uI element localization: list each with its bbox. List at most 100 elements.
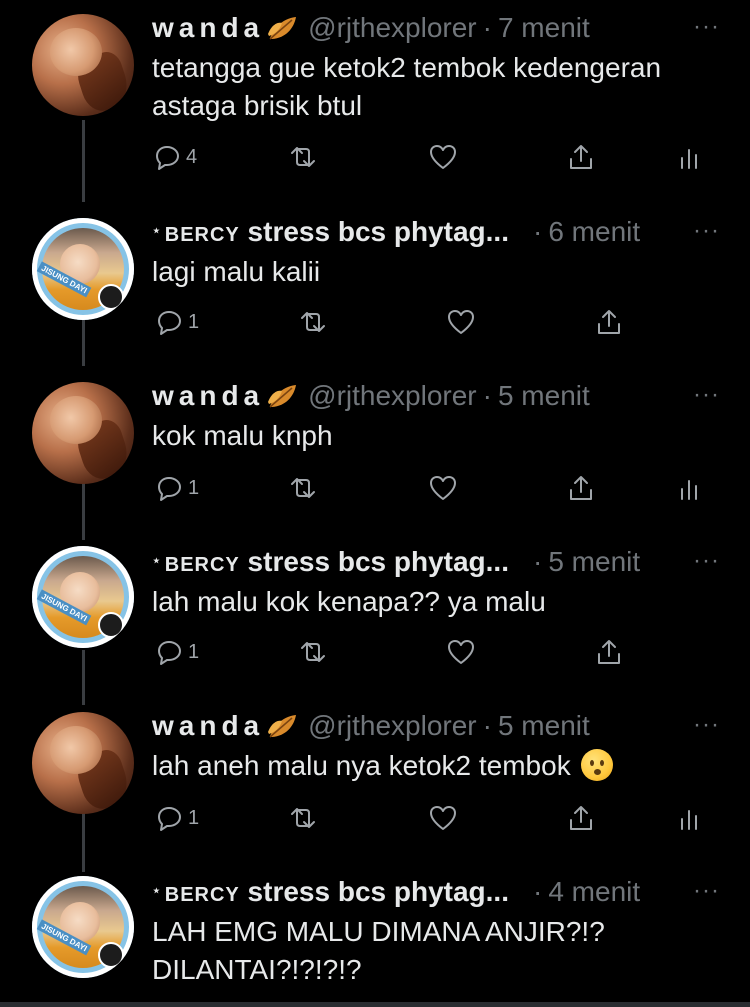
timestamp[interactable]: 5 menit — [498, 710, 590, 742]
reply-icon — [158, 641, 181, 665]
author-name[interactable]: wanda — [152, 12, 264, 44]
heart-icon — [430, 476, 456, 500]
share-icon — [570, 806, 592, 830]
author-name-caps: BERCY — [164, 554, 240, 576]
reply-icon — [158, 311, 181, 335]
heart-icon — [448, 310, 474, 334]
reply-count: 1 — [188, 476, 200, 499]
reply-button[interactable]: 1 — [154, 305, 199, 339]
retweet-button[interactable] — [288, 801, 318, 835]
more-options-icon[interactable]: ··· — [693, 876, 720, 906]
reply-count: 1 — [188, 806, 200, 829]
tweet-text: LAH EMG MALU DIMANA ANJIR?!? DILANTAI?!?… — [152, 916, 605, 985]
author-name[interactable]: wanda — [152, 710, 264, 742]
like-button[interactable] — [446, 305, 476, 339]
avatar-sticker — [98, 284, 124, 310]
more-options-icon[interactable]: ··· — [693, 710, 720, 740]
like-button[interactable] — [428, 140, 458, 174]
share-icon — [598, 310, 620, 334]
frowning-face-emoji — [580, 749, 613, 781]
more-options-icon[interactable]: ··· — [693, 546, 720, 576]
avatar-bercy[interactable]: JISUNG DAYI — [32, 546, 134, 648]
timestamp[interactable]: 4 menit — [548, 876, 640, 908]
tweet-text: kok malu knph — [152, 420, 333, 451]
retweet-button[interactable] — [288, 471, 318, 505]
star-symbol: ⋆ — [152, 552, 161, 568]
retweet-icon — [301, 642, 325, 662]
tweet[interactable]: wanda @rjthexplorer · 5 menit ··· kok ma… — [0, 368, 750, 538]
timestamp[interactable]: 7 menit — [498, 12, 590, 44]
retweet-icon — [291, 808, 315, 828]
reply-icon — [156, 146, 179, 170]
bottom-divider — [0, 1002, 750, 1007]
author-handle[interactable]: @rjthexplorer — [308, 380, 476, 412]
avatar-wanda[interactable] — [32, 382, 134, 484]
tweet-header: ⋆ BERCY stress bcs phytag... · 4 menit — [152, 872, 720, 912]
author-handle[interactable]: @rjthexplorer — [308, 12, 476, 44]
tweet-text: tetangga gue ketok2 tembok kedengeran as… — [152, 52, 662, 121]
retweet-icon — [291, 478, 315, 498]
separator-dot: · — [533, 216, 543, 247]
timestamp[interactable]: 5 menit — [498, 380, 590, 412]
avatar-wanda[interactable] — [32, 14, 134, 116]
heart-icon — [448, 640, 474, 664]
author-name-rest: stress bcs phytag... — [239, 216, 509, 247]
reply-button[interactable]: 1 — [154, 635, 199, 669]
tweet-text: lah aneh malu nya ketok2 tembok — [152, 747, 720, 785]
author-name[interactable]: wanda — [152, 380, 264, 412]
author-handle[interactable]: @rjthexplorer — [308, 710, 476, 742]
avatar-sticker — [98, 942, 124, 968]
more-options-icon[interactable]: ··· — [693, 216, 720, 246]
retweet-button[interactable] — [288, 140, 318, 174]
retweet-button[interactable] — [298, 635, 328, 669]
avatar-wanda[interactable] — [32, 712, 134, 814]
analytics-button[interactable] — [674, 801, 704, 835]
tweet-header: wanda @rjthexplorer · 5 menit — [152, 376, 720, 416]
star-symbol: ⋆ — [152, 882, 161, 898]
share-button[interactable] — [594, 305, 624, 339]
reply-button[interactable]: 4 — [152, 140, 197, 174]
timestamp[interactable]: 6 menit — [548, 216, 640, 248]
tweet-text: lagi malu kalii — [152, 256, 321, 287]
separator-dot: · — [482, 380, 492, 411]
more-options-icon[interactable]: ··· — [693, 380, 720, 410]
tweet[interactable]: JISUNG DAYI ⋆ BERCY stress bcs phytag... … — [0, 532, 750, 700]
more-options-icon[interactable]: ··· — [693, 12, 720, 42]
reply-count: 1 — [188, 310, 200, 333]
heart-icon — [430, 806, 456, 830]
action-bar: 1 — [152, 471, 750, 505]
retweet-button[interactable] — [298, 305, 328, 339]
share-button[interactable] — [566, 140, 596, 174]
author-name[interactable]: ⋆ BERCY stress bcs phytag... — [152, 876, 509, 908]
star-symbol: ⋆ — [152, 222, 161, 238]
reply-icon — [158, 477, 181, 501]
action-bar: 1 — [152, 635, 750, 669]
share-button[interactable] — [566, 471, 596, 505]
tweet[interactable]: wanda @rjthexplorer · 7 menit ··· tetang… — [0, 0, 750, 195]
share-button[interactable] — [566, 801, 596, 835]
tweet-header: wanda @rjthexplorer · 5 menit — [152, 706, 720, 746]
analytics-icon — [681, 810, 697, 830]
retweet-icon — [291, 147, 315, 167]
tweet[interactable]: JISUNG DAYI ⋆ BERCY stress bcs phytag... … — [0, 862, 750, 1007]
tweet[interactable]: wanda @rjthexplorer · 5 menit ··· lah an… — [0, 698, 750, 868]
share-button[interactable] — [594, 635, 624, 669]
like-button[interactable] — [428, 801, 458, 835]
analytics-button[interactable] — [674, 140, 704, 174]
author-name[interactable]: ⋆ BERCY stress bcs phytag... — [152, 546, 509, 578]
analytics-button[interactable] — [674, 471, 704, 505]
reply-button[interactable]: 1 — [154, 801, 199, 835]
timestamp[interactable]: 5 menit — [548, 546, 640, 578]
leaf-icon — [268, 17, 297, 40]
author-name[interactable]: ⋆ BERCY stress bcs phytag... — [152, 216, 509, 248]
tweet-header: ⋆ BERCY stress bcs phytag... · 5 menit — [152, 542, 720, 582]
tweet-text-content: lah aneh malu nya ketok2 tembok — [152, 750, 571, 781]
avatar-bercy[interactable]: JISUNG DAYI — [32, 218, 134, 320]
like-button[interactable] — [446, 635, 476, 669]
tweet[interactable]: JISUNG DAYI ⋆ BERCY stress bcs phytag... … — [0, 198, 750, 366]
action-bar: 1 — [152, 801, 750, 835]
like-button[interactable] — [428, 471, 458, 505]
reply-button[interactable]: 1 — [154, 471, 199, 505]
action-bar: 1 — [152, 305, 750, 339]
avatar-bercy[interactable]: JISUNG DAYI — [32, 876, 134, 978]
